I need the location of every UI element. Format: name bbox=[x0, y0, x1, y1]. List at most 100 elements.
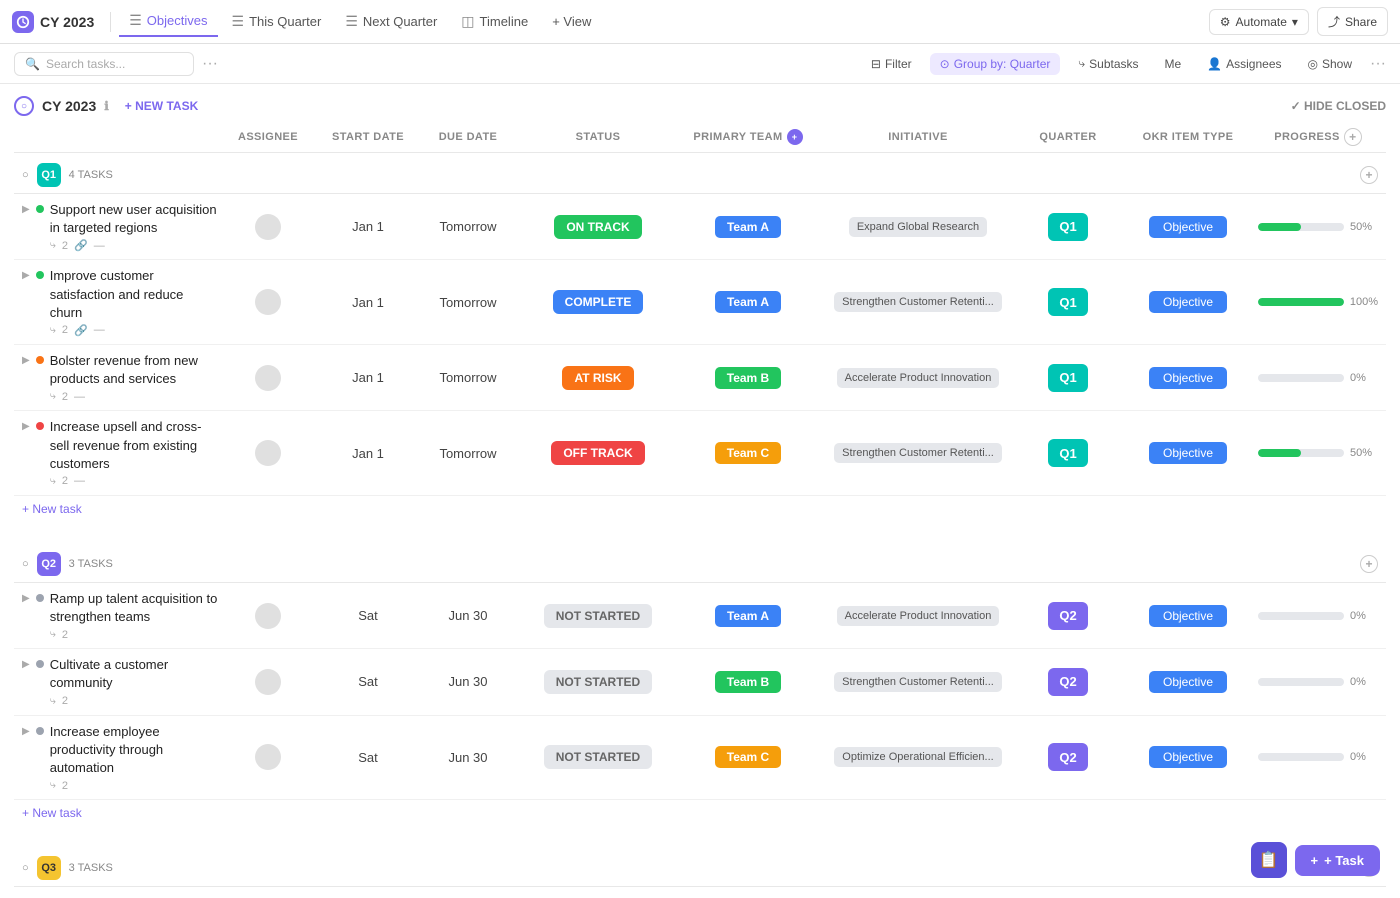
link-icon: 🔗 bbox=[74, 324, 88, 337]
progress-text: 100% bbox=[1350, 296, 1378, 308]
show-button[interactable]: ◎ Show bbox=[1300, 53, 1361, 75]
new-task-link[interactable]: + NEW TASK bbox=[125, 99, 198, 113]
add-task-float-button[interactable]: + + Task bbox=[1295, 845, 1380, 876]
expand-icon[interactable]: ▶ bbox=[22, 726, 30, 737]
expand-icon[interactable]: ▶ bbox=[22, 204, 30, 215]
q2-collapse-icon[interactable]: ○ bbox=[22, 558, 29, 570]
initiative-badge: Strengthen Customer Retenti... bbox=[834, 672, 1002, 692]
progress-bar bbox=[1258, 298, 1344, 306]
status-badge[interactable]: COMPLETE bbox=[553, 290, 644, 314]
task-meta: ⤷ 2 🔗 — bbox=[50, 324, 218, 337]
q1-add-task-row[interactable]: + New task bbox=[14, 496, 1386, 522]
year-collapse-icon[interactable]: ○ bbox=[14, 96, 34, 116]
nav-next-quarter[interactable]: ☰ Next Quarter bbox=[335, 7, 447, 36]
clipboard-button[interactable]: 📋 bbox=[1251, 842, 1287, 878]
status-badge[interactable]: ON TRACK bbox=[554, 215, 641, 239]
filter-button[interactable]: ⊟ Filter bbox=[863, 53, 920, 75]
table-row: ▶ Bolster revenue from new products and … bbox=[14, 345, 1386, 411]
q3-section: ○ Q3 3 TASKS + ▶ Improve customer experi… bbox=[14, 846, 1386, 898]
q2-header: ○ Q2 3 TASKS + bbox=[14, 542, 1386, 583]
okr-type-cell: Objective bbox=[1118, 291, 1258, 313]
me-button[interactable]: Me bbox=[1157, 53, 1190, 75]
nav-this-quarter[interactable]: ☰ This Quarter bbox=[222, 7, 332, 36]
task-dot bbox=[36, 660, 44, 668]
q1-badge: Q1 bbox=[37, 163, 61, 187]
due-date: Jun 30 bbox=[418, 608, 518, 623]
task-dot bbox=[36, 356, 44, 364]
status-badge[interactable]: NOT STARTED bbox=[544, 604, 652, 628]
task-name-cell: ▶ Bolster revenue from new products and … bbox=[22, 352, 218, 403]
team-cell: Team B bbox=[678, 367, 818, 389]
q2-add-task-icon[interactable]: + bbox=[1360, 555, 1378, 573]
expand-icon[interactable]: ▶ bbox=[22, 593, 30, 604]
subtask-icon: ⤷ bbox=[50, 779, 56, 792]
more-options-icon[interactable]: ··· bbox=[202, 55, 218, 73]
subtasks-button[interactable]: ⤷ Subtasks bbox=[1070, 52, 1146, 75]
logo-text: CY 2023 bbox=[40, 14, 94, 30]
task-dot bbox=[36, 727, 44, 735]
q1-add-task-icon[interactable]: + bbox=[1360, 166, 1378, 184]
due-date: Tomorrow bbox=[418, 446, 518, 461]
share-button[interactable]: ⤴ Share bbox=[1317, 7, 1388, 36]
subtask-icon: ⤷ bbox=[50, 390, 56, 403]
progress-cell: 0% bbox=[1258, 751, 1378, 763]
assignees-button[interactable]: 👤 Assignees bbox=[1199, 53, 1289, 75]
expand-icon[interactable]: ▶ bbox=[22, 421, 30, 432]
q1-collapse-icon[interactable]: ○ bbox=[22, 169, 29, 181]
team-cell: Team A bbox=[678, 216, 818, 238]
show-icon: ◎ bbox=[1308, 57, 1318, 71]
okr-type-cell: Objective bbox=[1118, 671, 1258, 693]
automate-button[interactable]: ⚙ Automate ▾ bbox=[1209, 9, 1309, 35]
okr-badge: Objective bbox=[1149, 605, 1227, 627]
table-row: ▶ Support new user acquisition in target… bbox=[14, 194, 1386, 260]
progress-fill bbox=[1258, 449, 1301, 457]
team-badge: Team B bbox=[715, 671, 781, 693]
float-buttons: 📋 + + Task bbox=[1251, 842, 1380, 878]
this-quarter-icon: ☰ bbox=[232, 13, 245, 30]
q2-add-task-row[interactable]: + New task bbox=[14, 800, 1386, 826]
team-filter-icon[interactable]: + bbox=[787, 129, 803, 145]
progress-text: 50% bbox=[1350, 447, 1378, 459]
initiative-cell: Strengthen Customer Retenti... bbox=[818, 443, 1018, 463]
q2-badge: Q2 bbox=[37, 552, 61, 576]
expand-icon[interactable]: ▶ bbox=[22, 355, 30, 366]
search-box[interactable]: 🔍 Search tasks... bbox=[14, 52, 194, 76]
toolbar: 🔍 Search tasks... ··· ⊟ Filter ⊙ Group b… bbox=[0, 44, 1400, 84]
hide-closed-button[interactable]: ✓ HIDE CLOSED bbox=[1291, 99, 1386, 113]
status-badge[interactable]: OFF TRACK bbox=[551, 441, 644, 465]
task-name-cell: ▶ Increase employee productivity through… bbox=[22, 723, 218, 793]
task-name: Support new user acquisition in targeted… bbox=[50, 201, 218, 237]
progress-bar bbox=[1258, 612, 1344, 620]
col-assignee: ASSIGNEE bbox=[218, 131, 318, 143]
toolbar-more-icon[interactable]: ··· bbox=[1370, 55, 1386, 73]
task-name: Cultivate a customer community bbox=[50, 656, 218, 692]
expand-icon[interactable]: ▶ bbox=[22, 659, 30, 670]
avatar bbox=[255, 440, 281, 466]
quarter-cell: Q1 bbox=[1018, 288, 1118, 316]
col-status: STATUS bbox=[518, 131, 678, 143]
dash-icon: — bbox=[94, 240, 105, 252]
top-nav: CY 2023 ☰ Objectives ☰ This Quarter ☰ Ne… bbox=[0, 0, 1400, 44]
team-badge: Team B bbox=[715, 367, 781, 389]
q3-header: ○ Q3 3 TASKS + bbox=[14, 846, 1386, 887]
nav-objectives[interactable]: ☰ Objectives bbox=[119, 6, 217, 37]
start-date: Sat bbox=[318, 674, 418, 689]
okr-badge: Objective bbox=[1149, 216, 1227, 238]
nav-view[interactable]: + View bbox=[542, 8, 601, 35]
add-column-icon[interactable]: + bbox=[1344, 128, 1362, 146]
q1-header: ○ Q1 4 TASKS + bbox=[14, 153, 1386, 194]
table-row: ▶ Cultivate a customer community ⤷ 2 Sat… bbox=[14, 649, 1386, 715]
status-badge[interactable]: AT RISK bbox=[562, 366, 633, 390]
q3-collapse-icon[interactable]: ○ bbox=[22, 862, 29, 874]
toolbar-right: ⊟ Filter ⊙ Group by: Quarter ⤷ Subtasks … bbox=[863, 52, 1386, 75]
group-by-button[interactable]: ⊙ Group by: Quarter bbox=[930, 53, 1061, 75]
status-badge[interactable]: NOT STARTED bbox=[544, 745, 652, 769]
start-date: Jan 1 bbox=[318, 446, 418, 461]
expand-icon[interactable]: ▶ bbox=[22, 270, 30, 281]
nav-timeline[interactable]: ◫ Timeline bbox=[451, 7, 538, 36]
status-badge[interactable]: NOT STARTED bbox=[544, 670, 652, 694]
task-name: Ramp up talent acquisition to strengthen… bbox=[50, 590, 218, 626]
task-meta: ⤷ 2 bbox=[50, 628, 218, 641]
plus-icon: + bbox=[1311, 853, 1319, 868]
quarter-value: Q1 bbox=[1048, 364, 1088, 392]
